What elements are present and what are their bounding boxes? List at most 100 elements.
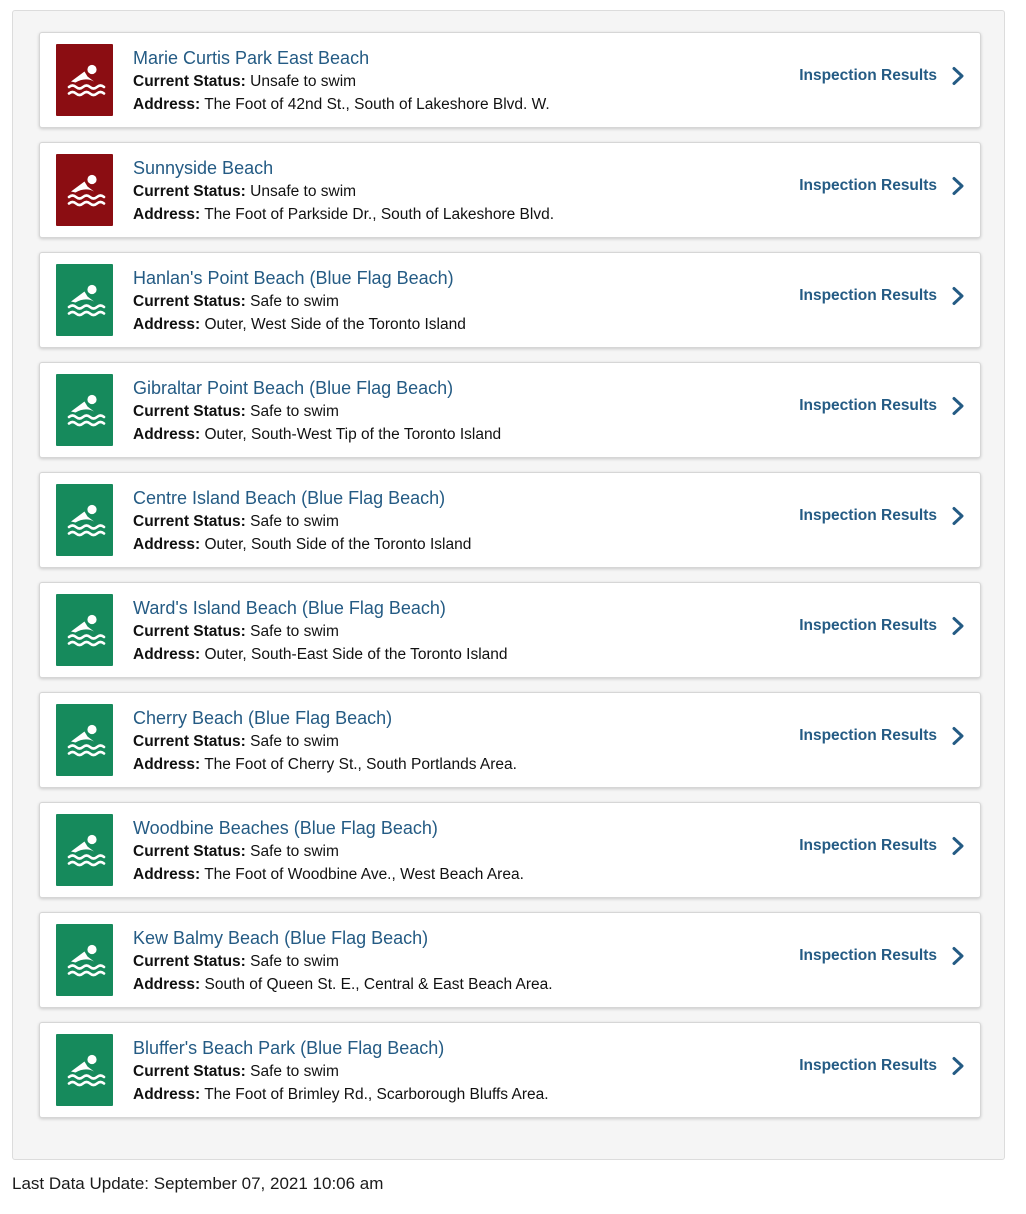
beach-name[interactable]: Marie Curtis Park East Beach: [133, 46, 773, 70]
beach-info: Gibraltar Point Beach (Blue Flag Beach) …: [133, 376, 773, 446]
inspection-results-link[interactable]: Inspection Results: [799, 1056, 965, 1076]
beach-address-line: Address: The Foot of Parkside Dr., South…: [133, 203, 773, 226]
beach-info: Cherry Beach (Blue Flag Beach) Current S…: [133, 706, 773, 776]
chevron-right-icon: [952, 507, 964, 525]
inspection-results-link[interactable]: Inspection Results: [799, 836, 965, 856]
inspection-results-link[interactable]: Inspection Results: [799, 726, 965, 746]
beach-info: Centre Island Beach (Blue Flag Beach) Cu…: [133, 486, 773, 556]
swimmer-icon: [56, 1034, 113, 1106]
inspection-results-label: Inspection Results: [799, 947, 937, 964]
beach-address-line: Address: Outer, West Side of the Toronto…: [133, 313, 773, 336]
beach-name[interactable]: Cherry Beach (Blue Flag Beach): [133, 706, 773, 730]
beach-status-line: Current Status: Safe to swim: [133, 840, 773, 863]
swimmer-icon: [56, 484, 113, 556]
status-label: Current Status:: [133, 183, 246, 200]
beach-name[interactable]: Hanlan's Point Beach (Blue Flag Beach): [133, 266, 773, 290]
address-value: Outer, West Side of the Toronto Island: [204, 316, 466, 333]
chevron-right-icon: [952, 287, 964, 305]
beach-address-line: Address: The Foot of 42nd St., South of …: [133, 93, 773, 116]
swimmer-icon: [56, 594, 113, 666]
chevron-right-icon: [952, 397, 964, 415]
chevron-right-icon: [952, 947, 964, 965]
status-label: Current Status:: [133, 953, 246, 970]
status-label: Current Status:: [133, 513, 246, 530]
inspection-results-label: Inspection Results: [799, 177, 937, 194]
beach-card-9: Kew Balmy Beach (Blue Flag Beach) Curren…: [39, 912, 981, 1008]
status-value: Safe to swim: [250, 953, 339, 970]
status-value: Safe to swim: [250, 843, 339, 860]
beach-name[interactable]: Gibraltar Point Beach (Blue Flag Beach): [133, 376, 773, 400]
inspection-results-link[interactable]: Inspection Results: [799, 506, 965, 526]
address-label: Address:: [133, 976, 201, 993]
address-label: Address:: [133, 1086, 201, 1103]
beach-card-10: Bluffer's Beach Park (Blue Flag Beach) C…: [39, 1022, 981, 1118]
status-value: Safe to swim: [250, 293, 339, 310]
swimmer-icon: [56, 704, 113, 776]
beach-name[interactable]: Ward's Island Beach (Blue Flag Beach): [133, 596, 773, 620]
swimmer-icon: [56, 154, 113, 226]
inspection-results-link[interactable]: Inspection Results: [799, 286, 965, 306]
beach-status-line: Current Status: Safe to swim: [133, 400, 773, 423]
beach-card-2: Sunnyside Beach Current Status: Unsafe t…: [39, 142, 981, 238]
address-value: Outer, South-West Tip of the Toronto Isl…: [204, 426, 502, 443]
status-label: Current Status:: [133, 1063, 246, 1080]
status-value: Safe to swim: [250, 1063, 339, 1080]
status-label: Current Status:: [133, 843, 246, 860]
inspection-results-link[interactable]: Inspection Results: [799, 396, 965, 416]
beach-address-line: Address: The Foot of Cherry St., South P…: [133, 753, 773, 776]
beach-status-line: Current Status: Safe to swim: [133, 290, 773, 313]
address-label: Address:: [133, 206, 201, 223]
address-value: South of Queen St. E., Central & East Be…: [204, 976, 553, 993]
chevron-right-icon: [952, 1057, 964, 1075]
address-label: Address:: [133, 536, 201, 553]
inspection-results-label: Inspection Results: [799, 727, 937, 744]
inspection-results-link[interactable]: Inspection Results: [799, 176, 965, 196]
last-update-text: Last Data Update: September 07, 2021 10:…: [12, 1174, 384, 1193]
beach-name[interactable]: Sunnyside Beach: [133, 156, 773, 180]
address-value: The Foot of 42nd St., South of Lakeshore…: [204, 96, 550, 113]
beach-name[interactable]: Kew Balmy Beach (Blue Flag Beach): [133, 926, 773, 950]
beach-card-4: Gibraltar Point Beach (Blue Flag Beach) …: [39, 362, 981, 458]
address-label: Address:: [133, 756, 201, 773]
status-label: Current Status:: [133, 73, 246, 90]
beach-info: Sunnyside Beach Current Status: Unsafe t…: [133, 156, 773, 226]
beach-status-line: Current Status: Safe to swim: [133, 730, 773, 753]
inspection-results-link[interactable]: Inspection Results: [799, 616, 965, 636]
inspection-results-link[interactable]: Inspection Results: [799, 66, 965, 86]
beach-address-line: Address: The Foot of Woodbine Ave., West…: [133, 863, 773, 886]
status-label: Current Status:: [133, 403, 246, 420]
chevron-right-icon: [952, 837, 964, 855]
address-value: Outer, South Side of the Toronto Island: [204, 536, 472, 553]
beach-status-line: Current Status: Unsafe to swim: [133, 70, 773, 93]
beach-name[interactable]: Woodbine Beaches (Blue Flag Beach): [133, 816, 773, 840]
inspection-results-label: Inspection Results: [799, 837, 937, 854]
swimmer-icon: [56, 924, 113, 996]
status-value: Safe to swim: [250, 733, 339, 750]
beach-card-8: Woodbine Beaches (Blue Flag Beach) Curre…: [39, 802, 981, 898]
beach-info: Ward's Island Beach (Blue Flag Beach) Cu…: [133, 596, 773, 666]
status-value: Unsafe to swim: [250, 73, 357, 90]
beach-card-1: Marie Curtis Park East Beach Current Sta…: [39, 32, 981, 128]
chevron-right-icon: [952, 177, 964, 195]
inspection-results-label: Inspection Results: [799, 617, 937, 634]
chevron-right-icon: [952, 617, 964, 635]
status-value: Unsafe to swim: [250, 183, 357, 200]
beach-card-7: Cherry Beach (Blue Flag Beach) Current S…: [39, 692, 981, 788]
beach-name[interactable]: Bluffer's Beach Park (Blue Flag Beach): [133, 1036, 773, 1060]
beach-address-line: Address: South of Queen St. E., Central …: [133, 973, 773, 996]
beach-name[interactable]: Centre Island Beach (Blue Flag Beach): [133, 486, 773, 510]
inspection-results-link[interactable]: Inspection Results: [799, 946, 965, 966]
status-value: Safe to swim: [250, 513, 339, 530]
address-label: Address:: [133, 426, 201, 443]
address-value: The Foot of Woodbine Ave., West Beach Ar…: [204, 866, 524, 883]
beach-info: Kew Balmy Beach (Blue Flag Beach) Curren…: [133, 926, 773, 996]
beach-status-line: Current Status: Safe to swim: [133, 1060, 773, 1083]
address-label: Address:: [133, 866, 201, 883]
inspection-results-label: Inspection Results: [799, 287, 937, 304]
address-value: The Foot of Parkside Dr., South of Lakes…: [204, 206, 555, 223]
beach-info: Hanlan's Point Beach (Blue Flag Beach) C…: [133, 266, 773, 336]
beach-info: Marie Curtis Park East Beach Current Sta…: [133, 46, 773, 116]
beach-card-6: Ward's Island Beach (Blue Flag Beach) Cu…: [39, 582, 981, 678]
status-value: Safe to swim: [250, 623, 339, 640]
beach-status-line: Current Status: Safe to swim: [133, 620, 773, 643]
